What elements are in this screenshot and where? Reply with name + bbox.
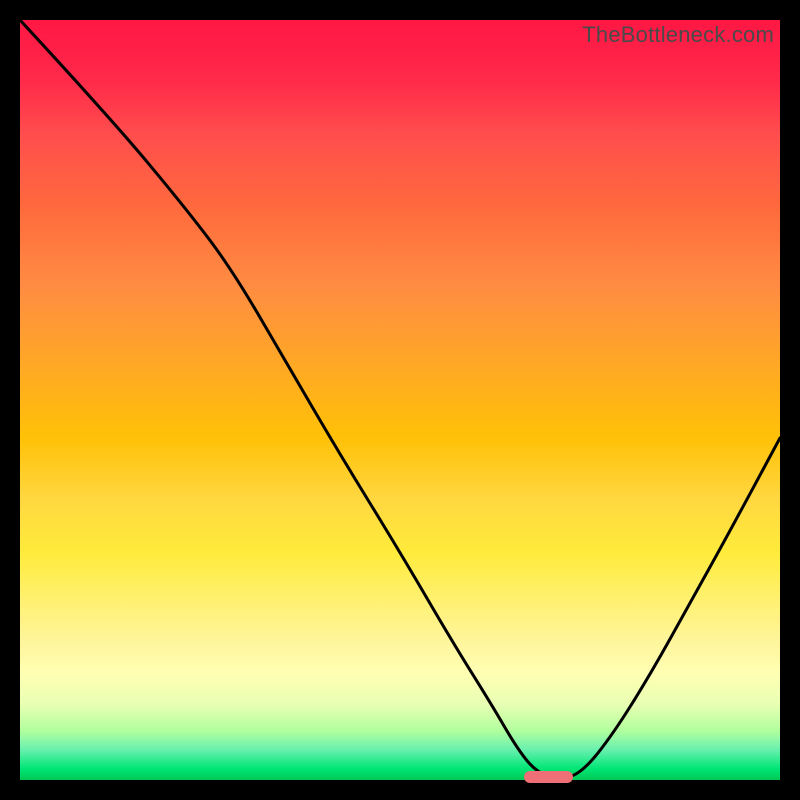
- optimal-marker: [524, 771, 573, 784]
- chart-container: TheBottleneck.com: [18, 18, 782, 782]
- plot-area: TheBottleneck.com: [20, 20, 780, 780]
- bottleneck-curve: [20, 20, 780, 780]
